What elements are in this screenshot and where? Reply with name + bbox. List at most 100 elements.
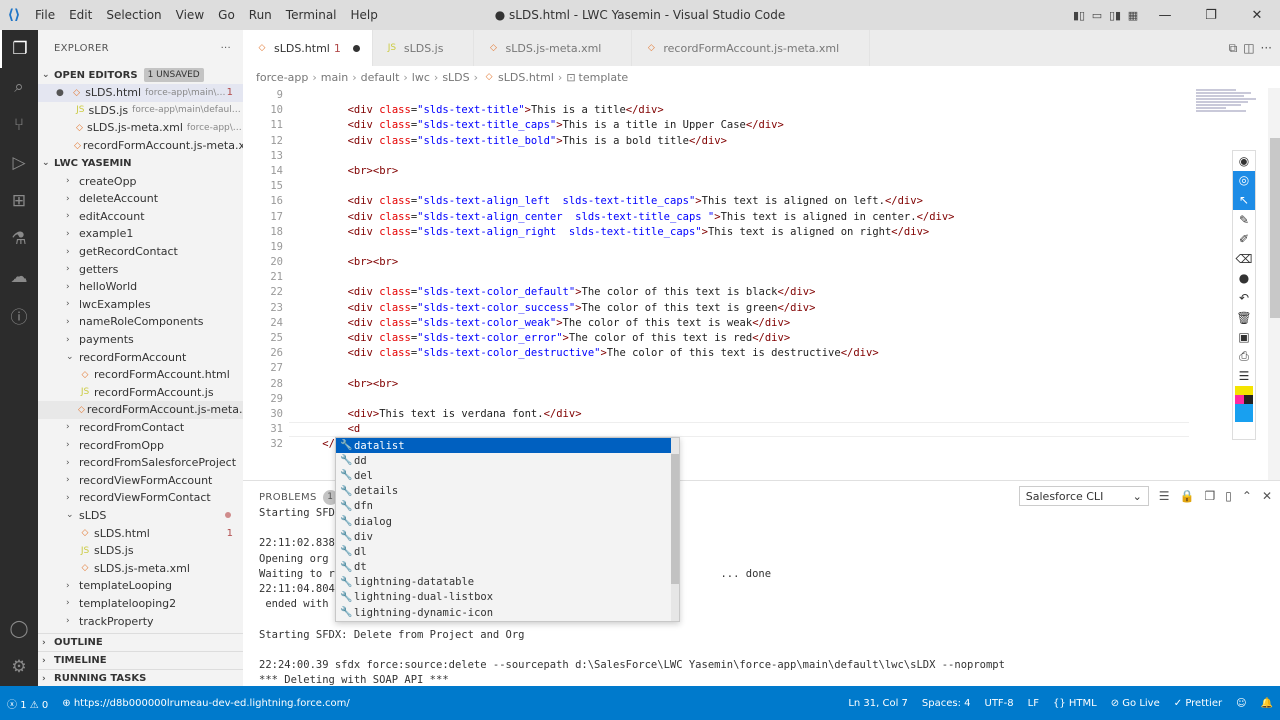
tree-item[interactable]: › payments [38,331,243,349]
tree-item[interactable]: › recordViewFormAccount [38,471,243,489]
unsaved-dot-icon[interactable]: ● [56,88,64,98]
eye-icon[interactable]: ◎ [1233,170,1255,191]
suggestion-item[interactable]: 🔧 datalist [336,438,679,454]
code-editor[interactable]: 9 10 11 12 13 14 15 16 17 18 19 20 21 22 23 24 25 26 27 28 2… [243,88,1280,480]
toggle-secondary-sidebar-icon[interactable]: ▯▮ [1106,0,1124,30]
minimize-button[interactable]: — [1142,0,1188,30]
testing-icon[interactable]: ⚗ [0,220,38,258]
tree-item[interactable]: ⌄ recordFormAccount [38,348,243,366]
tab-slds-js[interactable]: JS sLDS.js [372,30,475,66]
tree-item[interactable]: › lwcExamples [38,296,243,314]
color-swatch-blue[interactable] [1235,404,1253,423]
toggle-panel-icon[interactable]: ▭ [1088,0,1106,30]
indentation-status[interactable]: Spaces: 4 [915,698,978,709]
breadcrumb-item[interactable]: sLDS.html [498,71,554,84]
pen-icon[interactable]: ✐ [1233,229,1255,249]
code-line[interactable]: <d [297,422,1197,437]
code-line[interactable]: <div class="slds-text-align_right slds-t… [297,225,1197,240]
suggestion-item[interactable]: 🔧 del [336,468,679,483]
extensions-icon[interactable]: ⊞ [0,182,38,220]
trash-icon[interactable]: 🗑 [1233,308,1255,328]
notifications-bell-icon[interactable]: 🔔 [1254,698,1280,709]
suggestion-item[interactable]: 🔧 lightning-dual-listbox [336,590,679,605]
clear-output-icon[interactable]: ☰ [1159,489,1170,503]
customize-layout-icon[interactable]: ▦ [1124,0,1142,30]
tree-item[interactable]: › recordFromSalesforceProject [38,454,243,472]
output-channel-select[interactable]: Salesforce CLI ⌄ [1018,486,1149,506]
go-live-status[interactable]: ⊘ Go Live [1104,698,1167,709]
problems-tab[interactable]: PROBLEMS [259,492,317,503]
open-editor-item[interactable]: ● ◇ sLDS.html force-app\main\d... 1 [38,84,243,102]
highlighter-icon[interactable]: ✎ [1233,210,1255,230]
breadcrumb-item[interactable]: force-app [256,71,308,84]
more-actions-icon[interactable]: ··· [221,43,231,54]
tree-item[interactable]: › deleteAccount [38,190,243,208]
open-editor-item[interactable]: ◇ sLDS.js-meta.xmlforce-app\mai... [38,119,243,137]
whiteboard-icon[interactable]: ▣ [1233,327,1255,347]
eol-status[interactable]: LF [1021,698,1046,709]
code-line[interactable]: <div class="slds-text-color_default">The… [297,285,1197,300]
tree-item[interactable]: › recordFromOpp [38,436,243,454]
menu-file[interactable]: File [28,0,62,30]
clipboard-icon[interactable]: ☰ [1233,367,1255,387]
manage-gear-icon[interactable]: ⚙ [0,648,38,686]
undo-icon[interactable]: ↶ [1233,288,1255,308]
close-button[interactable]: ✕ [1234,0,1280,30]
scrollbar-thumb[interactable] [1270,138,1280,318]
tab-recordformaccount-js-meta-xml[interactable]: ◇ recordFormAccount.js-meta.xml [632,30,871,66]
prettier-status[interactable]: ✓ Prettier [1167,698,1229,709]
tree-item[interactable]: ◇ sLDS.html 1 [38,524,243,542]
search-icon[interactable]: ⌕ [0,68,38,106]
restore-button[interactable]: ❐ [1188,0,1234,30]
suggest-scrollbar-thumb[interactable] [671,454,679,584]
unsaved-dot-icon[interactable] [352,44,360,52]
tree-item[interactable]: › getters [38,260,243,278]
tree-item[interactable]: › templatelooping2 [38,595,243,613]
breadcrumb-item[interactable]: main [321,71,348,84]
split-panel-icon[interactable]: ▯ [1225,489,1232,503]
code-line[interactable]: <div class="slds-text-title_caps">This i… [297,118,1197,133]
problems-status[interactable]: ⓧ 1 ⚠ 0 [0,696,55,711]
split-editor-icon[interactable]: ◫ [1243,41,1254,55]
location-pin-icon[interactable]: ◉ [1233,151,1255,171]
code-line[interactable] [297,179,1197,194]
feedback-icon[interactable]: ☺ [1229,698,1253,709]
tree-item[interactable]: › editAccount [38,208,243,226]
breadcrumb-item[interactable]: template [579,71,629,84]
tree-item[interactable]: ◇recordFormAccount.js-meta.xml [38,401,243,419]
suggestion-item[interactable]: 🔧 dt [336,560,679,575]
breadcrumb-item[interactable]: sLDS [442,71,469,84]
breadcrumb-item[interactable]: lwc [412,71,430,84]
code-line[interactable]: <div class="slds-text-align_center slds-… [297,210,1197,225]
open-preview-icon[interactable]: ⧉ [1229,41,1238,56]
code-line[interactable]: <div>This text is verdana font.</div> [297,407,1197,422]
cursor-position-status[interactable]: Ln 31, Col 7 [841,698,915,709]
maximize-panel-icon[interactable]: ⌃ [1242,489,1252,503]
code-line[interactable] [297,88,1197,103]
menu-terminal[interactable]: Terminal [279,0,344,30]
tree-item[interactable]: ◇ recordFormAccount.html [38,366,243,384]
outline-header[interactable]: › OUTLINE [38,633,243,651]
language-mode-status[interactable]: {} HTML [1046,698,1104,709]
toggle-sidebar-icon[interactable]: ▮▯ [1070,0,1088,30]
tree-item[interactable]: › example1 [38,225,243,243]
dot-icon[interactable]: ● [1233,269,1255,289]
code-line[interactable]: <div class="slds-text-color_error">The c… [297,331,1197,346]
timeline-header[interactable]: › TIMELINE [38,651,243,669]
code-line[interactable] [297,392,1197,407]
tree-item[interactable]: › getRecordContact [38,243,243,261]
tree-item[interactable]: › nameRoleComponents [38,313,243,331]
suggestion-item[interactable]: 🔧 details [336,484,679,499]
suggestion-item[interactable]: 🔧 dd [336,453,679,468]
accounts-icon[interactable]: ◯ [0,610,38,648]
minimap[interactable] [1196,88,1266,128]
tree-item[interactable]: › helloWorld [38,278,243,296]
open-editor-item[interactable]: ◇recordFormAccount.js-meta.xm... [38,137,243,155]
suggestion-item[interactable]: 🔧 lightning-dynamic-icon [336,605,679,620]
menu-help[interactable]: Help [344,0,385,30]
code-line[interactable]: <div class="slds-text-title">This is a t… [297,103,1197,118]
explorer-icon[interactable]: ❐ [0,30,38,68]
tab-slds-html[interactable]: ◇ sLDS.html 1 [243,30,373,66]
editor-scrollbar[interactable] [1268,88,1280,480]
code-line[interactable] [297,270,1197,285]
